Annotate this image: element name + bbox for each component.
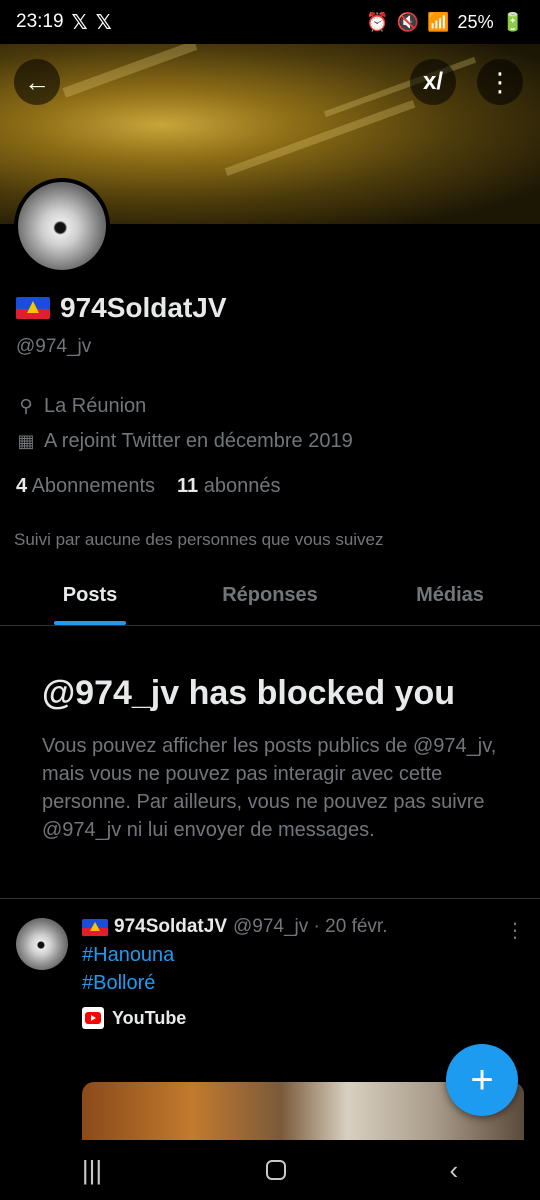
nav-back-icon[interactable]: ‹ xyxy=(449,1155,458,1186)
battery-level: 25% xyxy=(457,11,494,32)
x-notification-icon: 𝕏 xyxy=(71,11,88,34)
divider xyxy=(0,898,540,899)
calendar-icon: ▦ xyxy=(17,431,35,451)
blocked-title: @974_jv has blocked you xyxy=(42,674,455,712)
tab-replies[interactable]: Réponses xyxy=(180,566,360,625)
following-link[interactable]: 4 Abonnements xyxy=(16,475,155,498)
profile-tabs: Posts Réponses Médias xyxy=(0,566,540,626)
more-vertical-icon: ⋮ xyxy=(487,66,513,97)
blocked-body: Vous pouvez afficher les posts publics d… xyxy=(42,735,497,841)
link-source-label: YouTube xyxy=(112,1007,187,1028)
grok-icon: x/ xyxy=(422,68,443,95)
hashtag-link[interactable]: #Hanouna xyxy=(82,944,174,967)
battery-icon: 🔋 xyxy=(501,11,524,32)
link-source[interactable]: YouTube xyxy=(82,1007,186,1029)
alarm-icon: ⏰ xyxy=(366,11,389,32)
followers-link[interactable]: 11 abonnés xyxy=(177,475,280,498)
tab-posts[interactable]: Posts xyxy=(0,566,180,625)
mute-icon: 🔇 xyxy=(396,11,420,32)
hashtag-link[interactable]: #Bolloré xyxy=(82,972,155,995)
home-icon[interactable] xyxy=(265,1160,286,1180)
location-pin-icon: ⚲ xyxy=(19,396,33,416)
wifi-icon: 📶 xyxy=(427,11,450,32)
status-bar: 23:19 𝕏 𝕏 ⏰ 🔇 📶 25% 🔋 xyxy=(0,0,540,44)
tab-media[interactable]: Médias xyxy=(360,566,540,625)
arrow-left-icon: ← xyxy=(24,66,50,97)
x-notification-icon: 𝕏 xyxy=(95,11,112,34)
clock: 23:19 xyxy=(16,11,64,32)
profile-avatar[interactable] xyxy=(14,178,110,274)
reunion-flag-icon xyxy=(16,297,50,319)
profile-handle: @974_jv xyxy=(16,336,92,357)
followed-by-text: Suivi par aucune des personnes que vous … xyxy=(14,530,384,549)
tweet-author-name[interactable]: 974SoldatJV xyxy=(114,916,227,938)
plus-icon: + xyxy=(470,1057,494,1102)
reunion-flag-icon xyxy=(82,918,108,936)
tweet-header: 974SoldatJV @974_jv · 20 févr. xyxy=(82,916,387,938)
tweet-avatar[interactable] xyxy=(16,918,68,970)
youtube-icon xyxy=(82,1007,104,1029)
join-date-text: A rejoint Twitter en décembre 2019 xyxy=(44,430,353,452)
display-name: 974SoldatJV xyxy=(60,292,227,323)
compose-button[interactable]: + xyxy=(446,1044,518,1116)
more-options-button[interactable]: ⋮ xyxy=(477,59,523,105)
grok-button[interactable]: x/ xyxy=(410,59,456,105)
recent-apps-icon[interactable]: ||| xyxy=(82,1155,102,1186)
follow-counts: 4 Abonnements 11 abonnés xyxy=(16,475,280,498)
tweet-more-icon[interactable]: ⋮ xyxy=(505,918,525,943)
join-date-row: ▦ A rejoint Twitter en décembre 2019 xyxy=(16,430,353,453)
location-row: ⚲ La Réunion xyxy=(16,395,146,418)
system-nav-bar: ||| ‹ xyxy=(0,1140,540,1200)
location-text: La Réunion xyxy=(44,395,147,417)
back-button[interactable]: ← xyxy=(14,59,60,105)
profile-name-row: 974SoldatJV xyxy=(16,292,227,324)
tweet-meta: @974_jv · 20 févr. xyxy=(233,916,388,937)
